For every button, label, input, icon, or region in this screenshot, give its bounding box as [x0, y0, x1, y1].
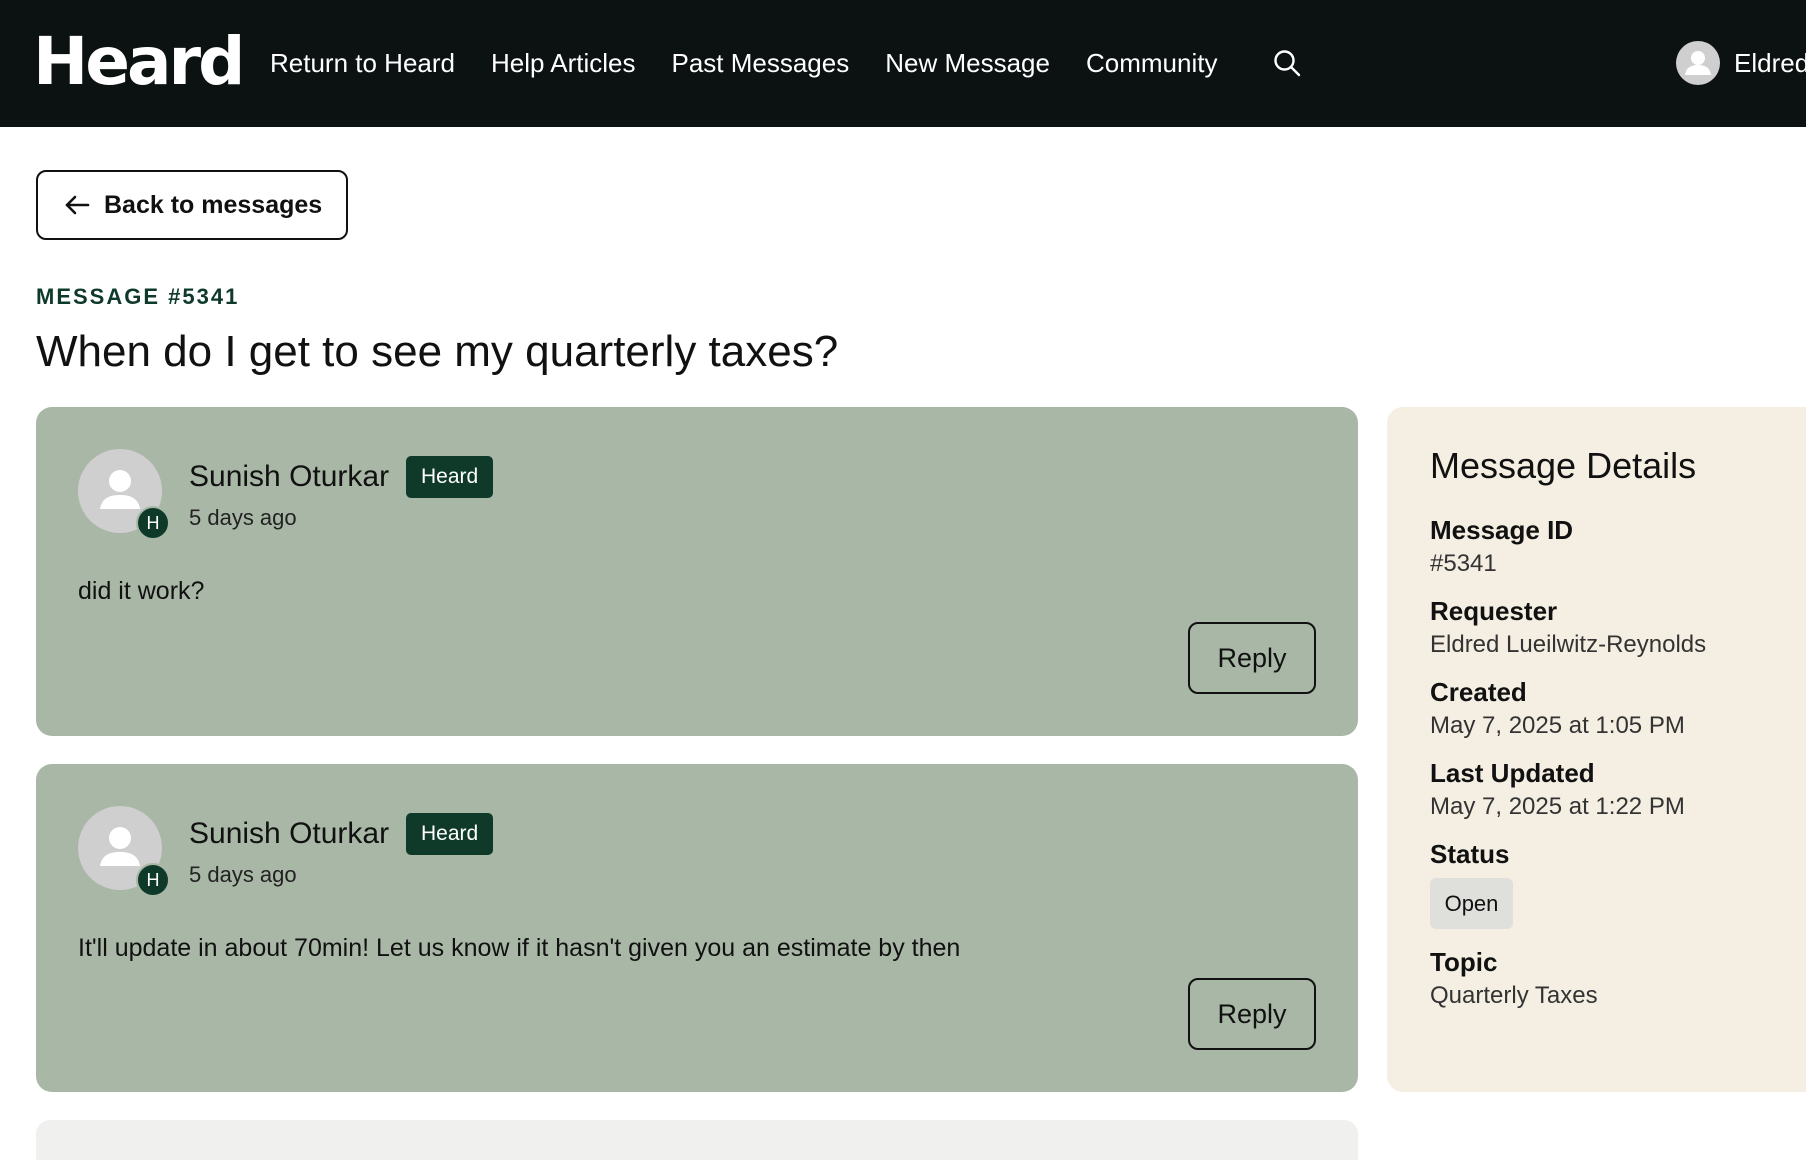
nav-help-articles[interactable]: Help Articles — [491, 44, 636, 82]
search-icon[interactable] — [1272, 48, 1302, 78]
user-name[interactable]: Eldred — [1734, 44, 1806, 82]
message-id-label: Message ID — [1430, 515, 1574, 545]
main-nav: Return to Heard Help Articles Past Messa… — [270, 44, 1217, 82]
message-number: MESSAGE #5341 — [36, 284, 240, 309]
comment-card: H Sunish Oturkar Heard 5 days ago It'll … — [36, 764, 1358, 1092]
status-label: Status — [1430, 839, 1510, 869]
comment-author: Sunish Oturkar — [189, 817, 390, 850]
topic-label: Topic — [1430, 947, 1498, 977]
reply-button[interactable]: Reply — [1188, 978, 1316, 1050]
last-updated-label: Last Updated — [1430, 758, 1595, 788]
comment-card: H Sunish Oturkar Heard 5 days ago did it… — [36, 407, 1358, 736]
status-badge: Open — [1430, 878, 1513, 929]
arrow-left-icon — [65, 195, 90, 215]
page-title: When do I get to see my quarterly taxes? — [36, 327, 839, 376]
details-heading: Message Details — [1430, 445, 1697, 486]
back-to-messages-button[interactable]: Back to messages — [36, 170, 348, 240]
back-button-label: Back to messages — [104, 190, 323, 219]
requester-label: Requester — [1430, 596, 1558, 626]
author-tag: Heard — [406, 456, 494, 498]
created-label: Created — [1430, 677, 1527, 707]
heard-logo[interactable]: Heard — [33, 22, 245, 102]
comment-time: 5 days ago — [189, 505, 297, 530]
topic-value: Quarterly Taxes — [1430, 982, 1598, 1009]
comment-time: 5 days ago — [189, 862, 297, 887]
last-updated-value: May 7, 2025 at 1:22 PM — [1430, 793, 1685, 820]
message-details-panel: Message Details Message ID #5341 Request… — [1387, 407, 1806, 1092]
reply-button[interactable]: Reply — [1188, 622, 1316, 694]
author-tag: Heard — [406, 813, 494, 855]
user-avatar[interactable] — [1676, 41, 1720, 85]
requester-value: Eldred Lueilwitz-Reynolds — [1430, 631, 1707, 658]
comment-body: did it work? — [78, 577, 205, 605]
message-id-value: #5341 — [1430, 550, 1497, 577]
created-value: May 7, 2025 at 1:05 PM — [1430, 712, 1685, 739]
comment-body: It'll update in about 70min! Let us know… — [78, 934, 961, 962]
nav-past-messages[interactable]: Past Messages — [671, 44, 849, 82]
comment-author: Sunish Oturkar — [189, 460, 390, 493]
nav-new-message[interactable]: New Message — [885, 44, 1050, 82]
nav-community[interactable]: Community — [1086, 44, 1217, 82]
nav-return-to-heard[interactable]: Return to Heard — [270, 44, 455, 82]
person-icon — [1685, 51, 1711, 75]
avatar-badge: H — [136, 506, 170, 540]
top-navigation-bar: Heard Return to Heard Help Articles Past… — [0, 0, 1806, 127]
next-comment-card — [36, 1120, 1358, 1160]
avatar-badge: H — [136, 863, 170, 897]
